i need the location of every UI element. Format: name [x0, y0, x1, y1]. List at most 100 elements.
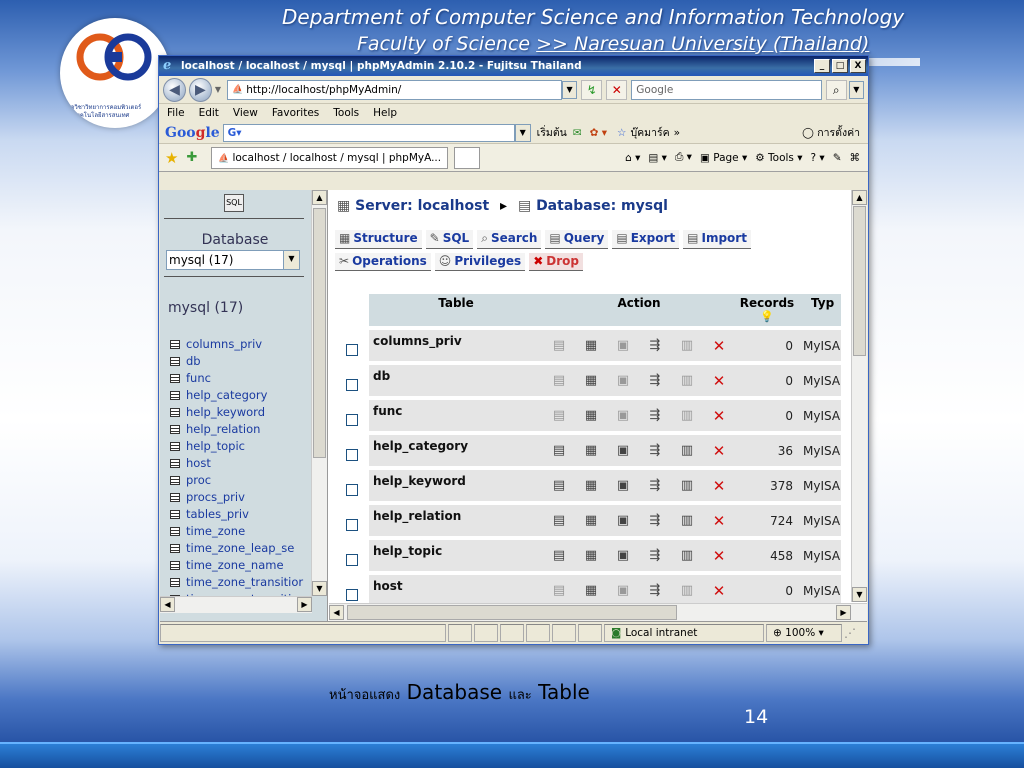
- toolbar-more-icon[interactable]: »: [674, 127, 680, 139]
- help-icon[interactable]: ? ▾: [811, 152, 825, 164]
- right-scroll-up-arrow-icon[interactable]: ▲: [852, 190, 867, 205]
- drop-icon[interactable]: ✕: [703, 435, 735, 466]
- back-button[interactable]: ◀: [163, 77, 186, 102]
- structure-icon[interactable]: ▦: [575, 575, 607, 606]
- browse-icon[interactable]: ▤: [543, 575, 575, 606]
- drop-icon[interactable]: ✕: [703, 400, 735, 431]
- zoom-control[interactable]: ⊕ 100% ▾: [766, 623, 842, 642]
- structure-icon[interactable]: ▦: [575, 365, 607, 396]
- sidebar-table-item[interactable]: db: [170, 353, 303, 370]
- drop-icon[interactable]: ✕: [703, 575, 735, 606]
- sidebar-table-item[interactable]: help_relation: [170, 421, 303, 438]
- empty-icon[interactable]: ▥: [671, 575, 703, 606]
- sidebar-table-item[interactable]: time_zone_name: [170, 557, 303, 574]
- search-icon[interactable]: ▣: [607, 575, 639, 606]
- browse-icon[interactable]: ▤: [543, 505, 575, 536]
- search-icon[interactable]: ▣: [607, 505, 639, 536]
- address-bar[interactable]: ⛵ http://localhost/phpMyAdmin/: [227, 79, 562, 100]
- empty-icon[interactable]: ▥: [671, 400, 703, 431]
- sidebar-table-item[interactable]: columns_priv: [170, 336, 303, 353]
- search-icon[interactable]: ▣: [607, 365, 639, 396]
- browse-icon[interactable]: ▤: [543, 365, 575, 396]
- row-checkbox[interactable]: [346, 344, 358, 356]
- table-browse-icon[interactable]: [170, 510, 180, 519]
- insert-icon[interactable]: ⇶: [639, 575, 671, 606]
- table-browse-icon[interactable]: [170, 408, 180, 417]
- sidebar-table-item[interactable]: procs_priv: [170, 489, 303, 506]
- tab-structure[interactable]: ▦ Structure: [335, 230, 422, 249]
- table-browse-icon[interactable]: [170, 340, 180, 349]
- right-hscroll-thumb[interactable]: [347, 605, 677, 620]
- row-checkbox[interactable]: [346, 484, 358, 496]
- database-select[interactable]: mysql (17) ▼: [166, 250, 300, 270]
- database-select-chevron-icon[interactable]: ▼: [283, 251, 299, 269]
- left-vertical-scrollbar[interactable]: ▲ ▼: [311, 190, 327, 596]
- row-checkbox[interactable]: [346, 589, 358, 601]
- row-checkbox[interactable]: [346, 554, 358, 566]
- insert-icon[interactable]: ⇶: [639, 365, 671, 396]
- search-go-button[interactable]: ⌕: [825, 79, 847, 100]
- structure-icon[interactable]: ▦: [575, 540, 607, 571]
- records-hint-bulb-icon[interactable]: 💡: [735, 310, 799, 323]
- table-name[interactable]: help_category: [369, 435, 543, 466]
- table-name[interactable]: help_relation: [369, 505, 543, 536]
- empty-icon[interactable]: ▥: [671, 470, 703, 501]
- browse-icon[interactable]: ▤: [543, 330, 575, 361]
- structure-icon[interactable]: ▦: [575, 470, 607, 501]
- structure-icon[interactable]: ▦: [575, 400, 607, 431]
- empty-icon[interactable]: ▥: [671, 330, 703, 361]
- tab-search[interactable]: ⌕ Search: [477, 230, 542, 249]
- add-favorite-icon[interactable]: ✚: [186, 150, 197, 165]
- table-browse-icon[interactable]: [170, 544, 180, 553]
- drop-icon[interactable]: ✕: [703, 365, 735, 396]
- table-browse-icon[interactable]: [170, 476, 180, 485]
- tools-menu[interactable]: ⚙ Tools ▾: [755, 152, 802, 164]
- server-link[interactable]: Server: localhost: [355, 198, 489, 214]
- sidebar-table-item[interactable]: help_keyword: [170, 404, 303, 421]
- refresh-button[interactable]: ↯: [581, 79, 603, 100]
- sidebar-table-item[interactable]: time_zone_leap_se: [170, 540, 303, 557]
- right-scroll-left-arrow-icon[interactable]: ◀: [329, 605, 344, 620]
- toolbar-extra-icon[interactable]: ⌘: [850, 152, 861, 164]
- menu-help[interactable]: Help: [373, 107, 397, 119]
- query-window-icon[interactable]: SQL: [224, 194, 244, 212]
- university-link[interactable]: >> Naresuan University (Thailand): [536, 33, 869, 55]
- search-icon[interactable]: ▣: [607, 330, 639, 361]
- empty-icon[interactable]: ▥: [671, 505, 703, 536]
- table-browse-icon[interactable]: [170, 493, 180, 502]
- insert-icon[interactable]: ⇶: [639, 400, 671, 431]
- minimize-button[interactable]: _: [814, 59, 830, 73]
- current-database-link[interactable]: mysql (17): [168, 300, 243, 316]
- new-tab-button[interactable]: [454, 146, 481, 169]
- browse-icon[interactable]: ▤: [543, 435, 575, 466]
- sidebar-table-item[interactable]: time_zone_transitior: [170, 574, 303, 591]
- research-icon[interactable]: ✎: [833, 152, 842, 164]
- table-browse-icon[interactable]: [170, 459, 180, 468]
- tab-import[interactable]: ▤ Import: [683, 230, 751, 249]
- search-options-button[interactable]: ▼: [848, 80, 865, 99]
- sidebar-table-item[interactable]: time_zone: [170, 523, 303, 540]
- table-browse-icon[interactable]: [170, 357, 180, 366]
- right-horizontal-scrollbar[interactable]: ◀ ▶: [329, 603, 867, 621]
- google-bookmarks-button[interactable]: บุ๊คมาร์ค: [630, 124, 669, 141]
- sidebar-table-item[interactable]: tables_priv: [170, 506, 303, 523]
- table-browse-icon[interactable]: [170, 527, 180, 536]
- menu-file[interactable]: File: [167, 107, 185, 119]
- left-horizontal-scrollbar[interactable]: ◀ ▶: [160, 596, 312, 613]
- google-puzzle-icon[interactable]: ✿ ▾: [590, 127, 607, 139]
- left-scroll-down-arrow-icon[interactable]: ▼: [312, 581, 327, 596]
- row-checkbox[interactable]: [346, 519, 358, 531]
- table-name[interactable]: help_keyword: [369, 470, 543, 501]
- row-checkbox[interactable]: [346, 379, 358, 391]
- table-name[interactable]: host: [369, 575, 543, 606]
- browse-icon[interactable]: ▤: [543, 540, 575, 571]
- browse-icon[interactable]: ▤: [543, 470, 575, 501]
- sidebar-table-item[interactable]: help_category: [170, 387, 303, 404]
- menu-tools[interactable]: Tools: [333, 107, 359, 119]
- tab-drop[interactable]: ✖ Drop: [529, 253, 583, 271]
- window-titlebar[interactable]: ℯ localhost / localhost / mysql | phpMyA…: [159, 56, 868, 76]
- tab-query[interactable]: ▤ Query: [545, 230, 609, 249]
- left-scroll-left-arrow-icon[interactable]: ◀: [160, 597, 175, 612]
- tab-export[interactable]: ▤ Export: [612, 230, 680, 249]
- resize-grip-icon[interactable]: ⋰: [844, 626, 856, 640]
